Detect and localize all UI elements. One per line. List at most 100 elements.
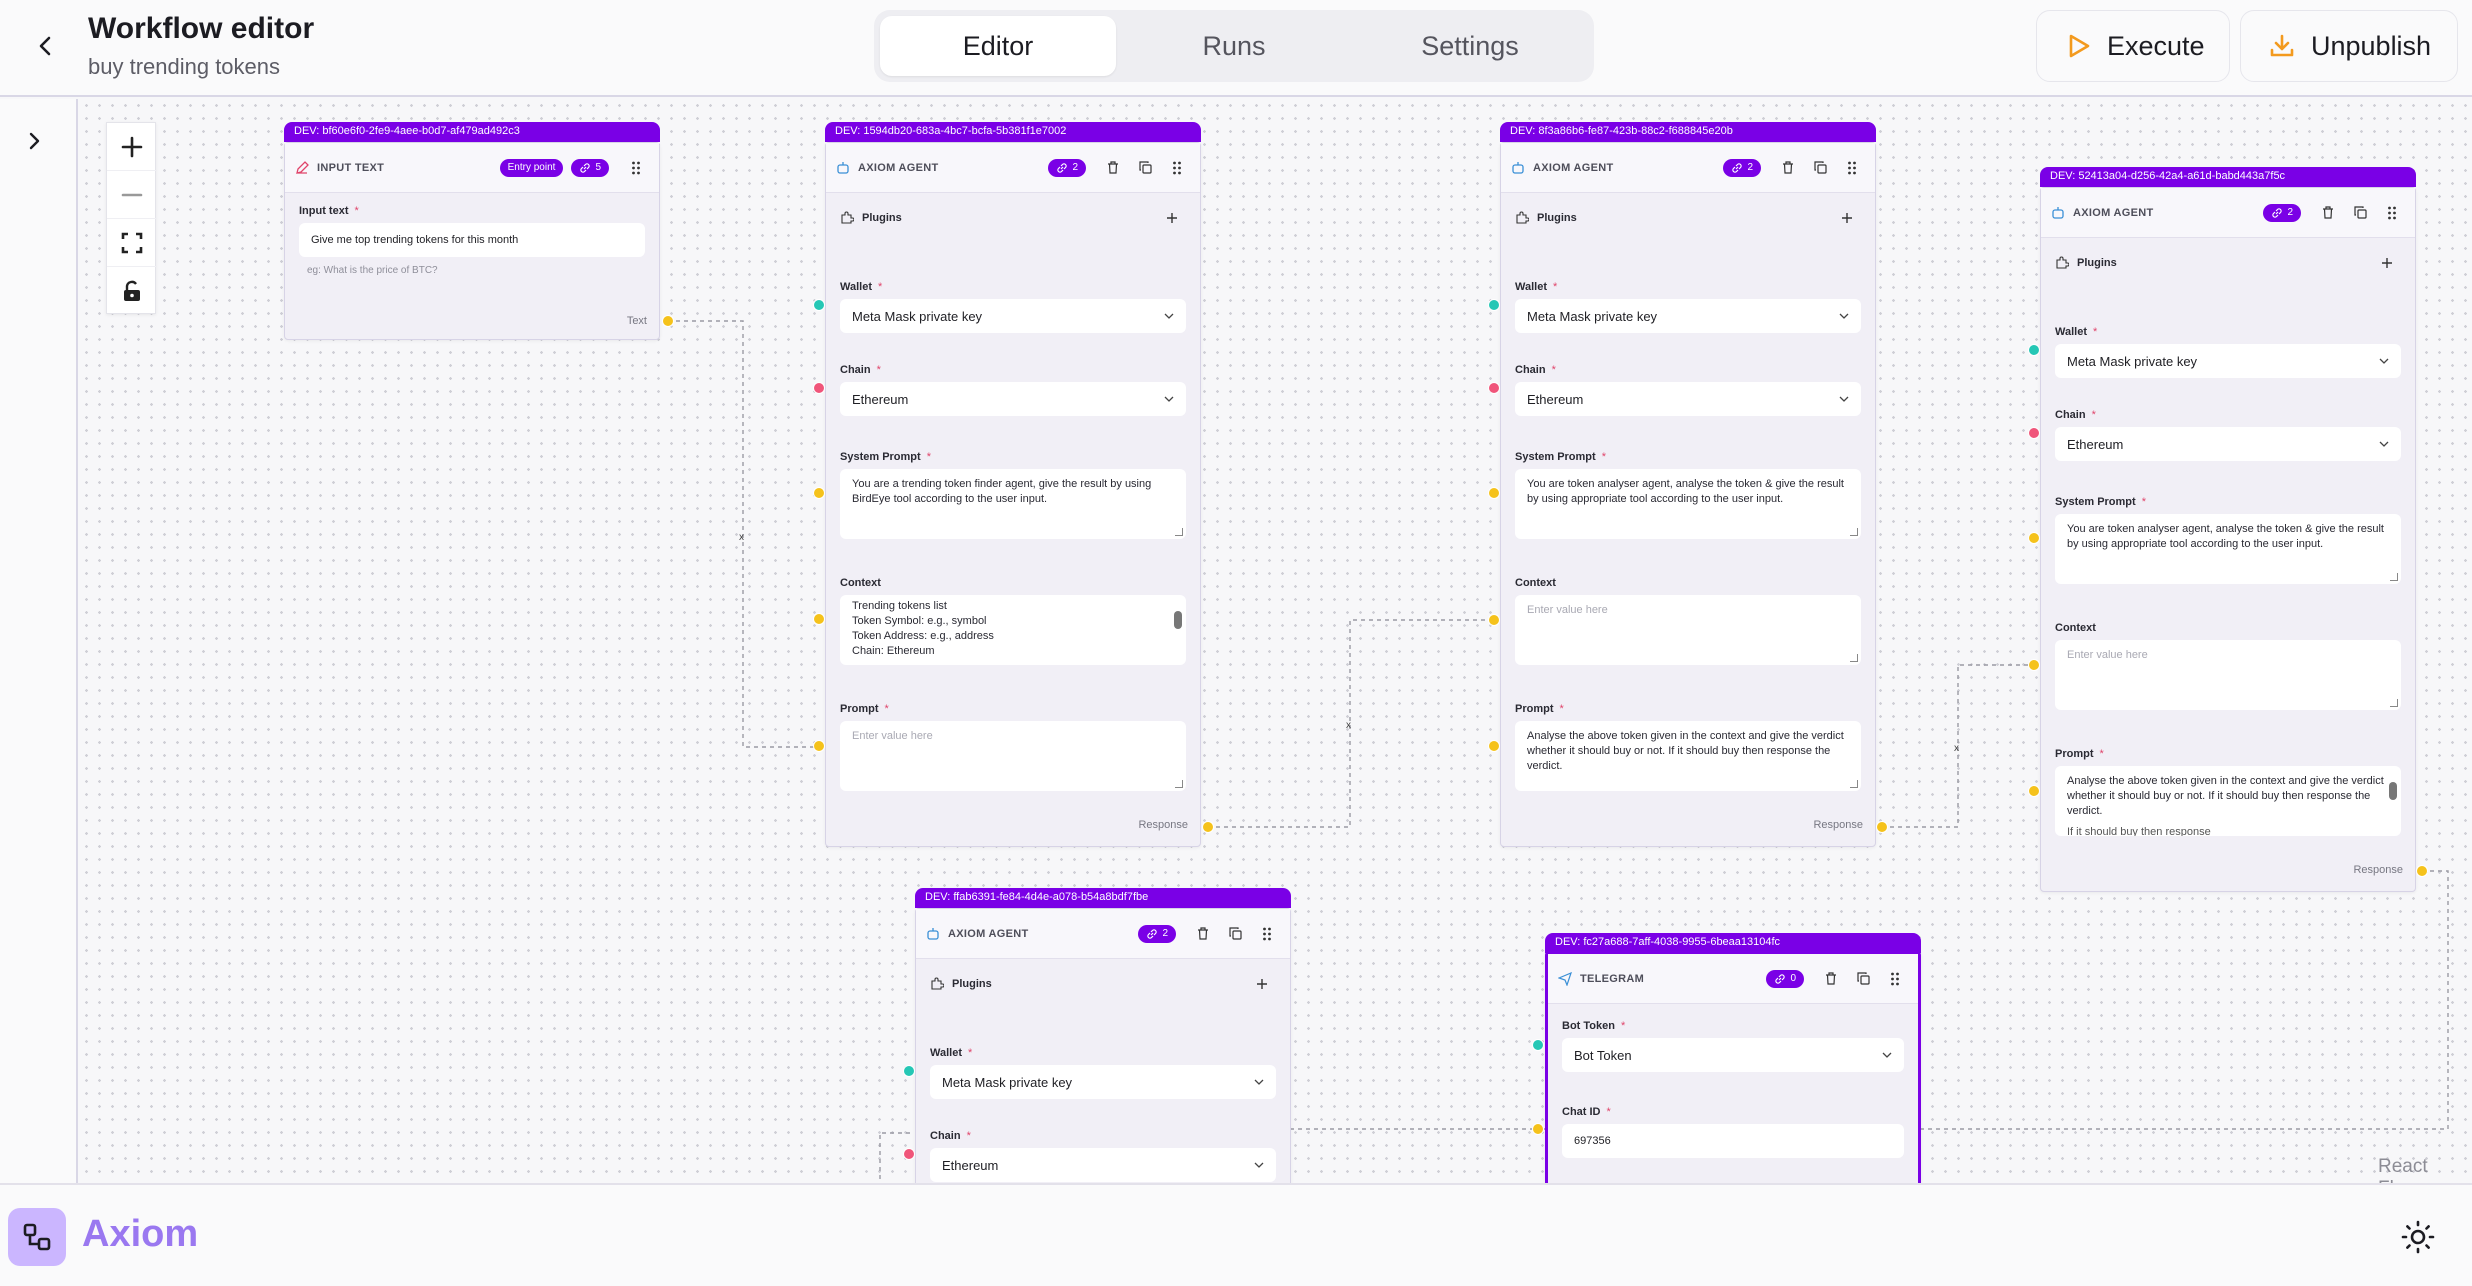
duplicate-node-button[interactable] — [1807, 155, 1833, 181]
tab-runs[interactable]: Runs — [1116, 16, 1352, 76]
input-text-node[interactable]: INPUT TEXT Entry point 5 Input text * Giv… — [284, 142, 660, 340]
context-input-handle[interactable] — [813, 613, 825, 625]
execute-button[interactable]: Execute — [2036, 10, 2230, 82]
edge-marker[interactable]: x — [1346, 720, 1351, 731]
prompt-input-handle[interactable] — [1488, 740, 1500, 752]
axiom-agent-node[interactable]: AXIOM AGENT 2 Plugins Wallet * Meta Mask … — [1500, 142, 1876, 847]
puzzle-icon — [1516, 211, 1529, 224]
input-text-field[interactable]: Give me top trending tokens for this mon… — [299, 223, 645, 257]
drag-handle[interactable] — [1254, 921, 1280, 947]
puzzle-icon — [841, 211, 854, 224]
node-header: TELEGRAM 0 — [1548, 954, 1918, 1004]
zoom-out-button[interactable] — [107, 171, 157, 219]
chain-input-handle[interactable] — [2028, 427, 2040, 439]
context-input-handle[interactable] — [2028, 659, 2040, 671]
wallet-select[interactable]: Meta Mask private key — [930, 1065, 1276, 1099]
chain-select[interactable]: Ethereum — [1515, 382, 1861, 416]
context-field[interactable]: Trending tokens list Token Symbol: e.g., … — [840, 595, 1186, 665]
delete-node-button[interactable] — [1775, 155, 1801, 181]
system-input-handle[interactable] — [813, 487, 825, 499]
tab-editor[interactable]: Editor — [880, 16, 1116, 76]
telegram-node[interactable]: TELEGRAM 0 Bot Token * Bot Token Chat ID *… — [1545, 951, 1921, 1183]
wallet-select[interactable]: Meta Mask private key — [840, 299, 1186, 333]
expand-sidebar-button[interactable] — [18, 125, 50, 157]
node-header: AXIOM AGENT 2 — [1501, 143, 1875, 193]
output-handle[interactable] — [2416, 865, 2428, 877]
context-input-handle[interactable] — [1488, 614, 1500, 626]
duplicate-node-button[interactable] — [1850, 966, 1876, 992]
chain-select[interactable]: Ethereum — [2055, 427, 2401, 461]
link-count: 2 — [1747, 162, 1753, 173]
output-label: Text — [626, 315, 647, 327]
prompt-field[interactable]: Analyse the above token given in the con… — [2055, 766, 2401, 836]
wallet-input-handle[interactable] — [813, 299, 825, 311]
lock-button[interactable] — [107, 267, 157, 315]
react-flow-attribution[interactable]: React Flow — [2378, 1156, 2472, 1183]
system-input-handle[interactable] — [2028, 532, 2040, 544]
zoom-in-button[interactable] — [107, 123, 157, 171]
drag-handle[interactable] — [2379, 200, 2405, 226]
system-prompt-field[interactable]: You are token analyser agent, analyse th… — [2055, 514, 2401, 584]
prompt-input-handle[interactable] — [813, 740, 825, 752]
edge-marker[interactable]: x — [739, 532, 744, 543]
chain-select[interactable]: Ethereum — [840, 382, 1186, 416]
chain-input-handle[interactable] — [1488, 382, 1500, 394]
scrollbar[interactable] — [2389, 770, 2397, 830]
tab-settings[interactable]: Settings — [1352, 16, 1588, 76]
chain-input-handle[interactable] — [903, 1148, 915, 1160]
prompt-field[interactable]: Analyse the above token given in the con… — [1515, 721, 1861, 791]
unpublish-button[interactable]: Unpublish — [2240, 10, 2458, 82]
pencil-icon — [296, 160, 309, 174]
drag-handle[interactable] — [1839, 155, 1865, 181]
output-handle[interactable] — [662, 315, 674, 327]
chat-id-field[interactable]: 697356 — [1562, 1124, 1904, 1158]
system-prompt-field[interactable]: You are a trending token finder agent, g… — [840, 469, 1186, 539]
wallet-select[interactable]: Meta Mask private key — [2055, 344, 2401, 378]
duplicate-node-button[interactable] — [1132, 155, 1158, 181]
chain-select[interactable]: Ethereum — [930, 1148, 1276, 1182]
add-plugin-button[interactable] — [2373, 249, 2401, 277]
add-plugin-button[interactable] — [1158, 204, 1186, 232]
chain-input-handle[interactable] — [813, 382, 825, 394]
link-icon — [1732, 162, 1743, 173]
context-field[interactable]: Enter value here — [2055, 640, 2401, 710]
delete-node-button[interactable] — [1818, 966, 1844, 992]
delete-node-button[interactable] — [1190, 921, 1216, 947]
prompt-input-handle[interactable] — [2028, 785, 2040, 797]
duplicate-node-button[interactable] — [2347, 200, 2373, 226]
duplicate-node-button[interactable] — [1222, 921, 1248, 947]
wallet-input-handle[interactable] — [2028, 344, 2040, 356]
chat-id-input-handle[interactable] — [1532, 1123, 1544, 1135]
output-handle[interactable] — [1202, 821, 1214, 833]
wallet-input-handle[interactable] — [1488, 299, 1500, 311]
add-plugin-button[interactable] — [1833, 204, 1861, 232]
wallet-input-handle[interactable] — [903, 1065, 915, 1077]
scrollbar[interactable] — [1174, 601, 1182, 657]
edge-marker[interactable]: x — [1954, 743, 1959, 754]
wallet-select[interactable]: Meta Mask private key — [1515, 299, 1861, 333]
drag-handle[interactable] — [623, 155, 649, 181]
drag-handle[interactable] — [1882, 966, 1908, 992]
drag-handle[interactable] — [1164, 155, 1190, 181]
output-handle[interactable] — [1876, 821, 1888, 833]
delete-node-button[interactable] — [1100, 155, 1126, 181]
prompt-field[interactable]: Enter value here — [840, 721, 1186, 791]
add-plugin-button[interactable] — [1248, 970, 1276, 998]
node-header: AXIOM AGENT 2 — [2041, 188, 2415, 238]
system-input-handle[interactable] — [1488, 487, 1500, 499]
flow-canvas[interactable]: x x x DEV: bf60e6f0-2fe9-4aee-b0d7-af479… — [80, 99, 2472, 1183]
bot-token-select[interactable]: Bot Token — [1562, 1038, 1904, 1072]
fit-view-button[interactable] — [107, 219, 157, 267]
back-button[interactable] — [26, 26, 66, 66]
system-prompt-field[interactable]: You are token analyser agent, analyse th… — [1515, 469, 1861, 539]
chevron-left-icon — [39, 36, 51, 56]
copy-icon — [1813, 161, 1827, 174]
trash-icon — [1198, 927, 1208, 940]
axiom-agent-node[interactable]: AXIOM AGENT 2 Plugins Wallet * Meta Mask … — [915, 908, 1291, 1183]
axiom-agent-node[interactable]: AXIOM AGENT 2 Plugins Wallet * Meta Mask … — [2040, 187, 2416, 892]
theme-toggle-button[interactable] — [2398, 1217, 2438, 1257]
axiom-agent-node[interactable]: AXIOM AGENT 2 Plugins Wallet * Meta Mask … — [825, 142, 1201, 847]
delete-node-button[interactable] — [2315, 200, 2341, 226]
context-field[interactable]: Enter value here — [1515, 595, 1861, 665]
bot-token-input-handle[interactable] — [1532, 1039, 1544, 1051]
